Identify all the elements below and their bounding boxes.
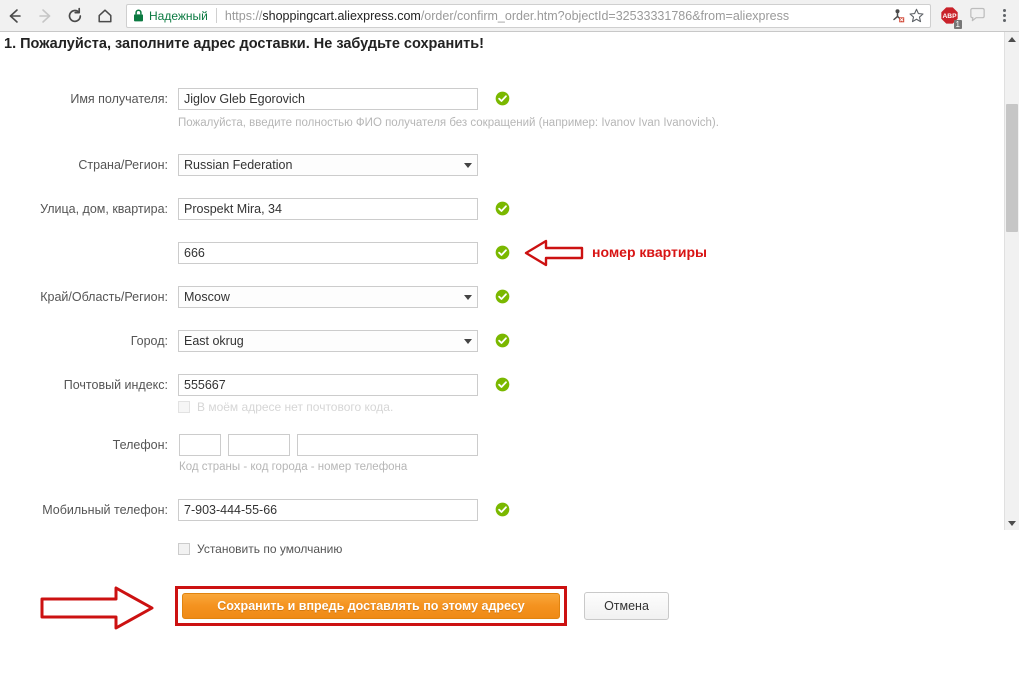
recipient-name-input[interactable] bbox=[178, 88, 478, 110]
save-address-button[interactable]: Сохранить и впредь доставлять по этому а… bbox=[182, 593, 560, 619]
hint-phone: Код страны - код города - номер телефона bbox=[179, 461, 408, 473]
lock-icon bbox=[133, 9, 144, 22]
phone-country-code-input[interactable] bbox=[179, 434, 221, 456]
star-bookmark-icon[interactable] bbox=[909, 8, 924, 23]
chevron-down-icon bbox=[464, 294, 472, 300]
green-check-icon bbox=[495, 333, 510, 348]
green-check-icon bbox=[495, 91, 510, 106]
no-postcode-checkbox[interactable] bbox=[178, 401, 190, 413]
phone-area-code-input[interactable] bbox=[228, 434, 290, 456]
green-check-icon bbox=[495, 289, 510, 304]
omnibox-divider bbox=[215, 8, 217, 23]
province-region-select[interactable]: Moscow bbox=[178, 286, 478, 308]
field-row-apartment-number bbox=[0, 242, 510, 264]
green-check-icon bbox=[495, 377, 510, 392]
apartment-number-input[interactable] bbox=[178, 242, 478, 264]
red-arrow-right-icon bbox=[38, 584, 156, 637]
back-button[interactable] bbox=[0, 1, 30, 31]
security-status-label: Надежный bbox=[149, 8, 208, 23]
field-row-country-region: Страна/Регион: Russian Federation bbox=[0, 154, 478, 176]
three-dots-menu-icon[interactable] bbox=[991, 2, 1017, 30]
triangle-down-icon bbox=[1008, 520, 1016, 526]
label-street-address: Улица, дом, квартира: bbox=[40, 202, 168, 216]
menu-dot bbox=[1002, 14, 1006, 17]
valid-check-province-region bbox=[495, 289, 510, 304]
abp-adblock-icon[interactable]: ABP 1 bbox=[935, 2, 963, 30]
field-row-city: Город: East okrug bbox=[0, 330, 510, 352]
phone-number-input[interactable] bbox=[297, 434, 478, 456]
url-path: /order/confirm_order.htm?objectId=325333… bbox=[420, 8, 790, 23]
page-content: 1. Пожалуйста, заполните адрес доставки.… bbox=[0, 32, 1004, 680]
green-check-icon bbox=[495, 201, 510, 216]
field-row-street-address: Улица, дом, квартира: bbox=[0, 198, 510, 220]
country-region-select[interactable]: Russian Federation bbox=[178, 154, 478, 176]
save-page-icon[interactable] bbox=[890, 8, 905, 23]
abp-badge-count: 1 bbox=[953, 19, 962, 29]
mobile-phone-input[interactable] bbox=[178, 499, 478, 521]
speech-bubble-icon[interactable] bbox=[963, 2, 991, 30]
forward-button[interactable] bbox=[30, 1, 60, 31]
triangle-up-icon bbox=[1008, 36, 1016, 42]
back-arrow-icon bbox=[9, 8, 21, 23]
postal-code-input[interactable] bbox=[178, 374, 478, 396]
browser-toolbar: Надежный https://shoppingcart.aliexpress… bbox=[0, 0, 1019, 32]
scroll-up-button[interactable] bbox=[1005, 32, 1019, 46]
set-default-label: Установить по умолчанию bbox=[197, 542, 343, 556]
red-arrow-left-icon bbox=[524, 238, 584, 273]
country-region-value: Russian Federation bbox=[184, 158, 293, 172]
green-check-icon bbox=[495, 502, 510, 517]
province-region-value: Moscow bbox=[184, 290, 230, 304]
label-postal-code: Почтовый индекс: bbox=[63, 378, 168, 392]
scrollbar-thumb[interactable] bbox=[1006, 104, 1018, 232]
chevron-down-icon bbox=[464, 338, 472, 344]
home-button[interactable] bbox=[90, 1, 120, 31]
city-select[interactable]: East okrug bbox=[178, 330, 478, 352]
vertical-scrollbar[interactable] bbox=[1004, 32, 1019, 530]
scroll-down-button[interactable] bbox=[1005, 516, 1019, 530]
label-city: Город: bbox=[130, 334, 168, 348]
valid-check-recipient-name bbox=[495, 91, 510, 106]
url-host: shoppingcart.aliexpress.com bbox=[262, 8, 421, 23]
svg-text:ABP: ABP bbox=[942, 13, 957, 20]
valid-check-street-address bbox=[495, 201, 510, 216]
city-value: East okrug bbox=[184, 334, 244, 348]
address-bar[interactable]: Надежный https://shoppingcart.aliexpress… bbox=[126, 3, 931, 28]
reload-button[interactable] bbox=[60, 1, 90, 31]
no-postcode-checkbox-row[interactable]: В моём адресе нет почтового кода. bbox=[178, 400, 393, 414]
field-row-recipient-name: Имя получателя: bbox=[0, 88, 510, 110]
set-default-checkbox[interactable] bbox=[178, 543, 190, 555]
cancel-button[interactable]: Отмена bbox=[584, 592, 669, 620]
label-recipient-name: Имя получателя: bbox=[70, 92, 168, 106]
no-postcode-label: В моём адресе нет почтового кода. bbox=[197, 400, 394, 414]
chevron-down-icon bbox=[464, 162, 472, 168]
home-icon bbox=[98, 8, 112, 22]
label-mobile-phone: Мобильный телефон: bbox=[42, 503, 168, 517]
url-text: https://shoppingcart.aliexpress.com/orde… bbox=[225, 9, 886, 23]
valid-check-apartment-number bbox=[495, 245, 510, 260]
label-phone: Телефон: bbox=[112, 438, 168, 452]
valid-check-city bbox=[495, 333, 510, 348]
hint-recipient-name: Пожалуйста, введите полностью ФИО получа… bbox=[178, 117, 719, 129]
forward-arrow-icon bbox=[39, 8, 51, 23]
menu-dot bbox=[1002, 19, 1006, 22]
menu-dot bbox=[1002, 9, 1006, 12]
green-check-icon bbox=[495, 245, 510, 260]
set-default-checkbox-row[interactable]: Установить по умолчанию bbox=[178, 542, 342, 556]
field-row-phone: Телефон: bbox=[0, 434, 478, 456]
page-title: 1. Пожалуйста, заполните адрес доставки.… bbox=[4, 36, 484, 52]
field-row-postal-code: Почтовый индекс: bbox=[0, 374, 510, 396]
field-row-mobile-phone: Мобильный телефон: bbox=[0, 499, 510, 521]
url-scheme: https:// bbox=[224, 8, 263, 23]
page-viewport: 1. Пожалуйста, заполните адрес доставки.… bbox=[0, 32, 1019, 680]
red-highlight-rectangle: Сохранить и впредь доставлять по этому а… bbox=[175, 586, 567, 626]
reload-icon bbox=[68, 7, 82, 22]
label-province-region: Край/Область/Регион: bbox=[40, 290, 168, 304]
street-address-input[interactable] bbox=[178, 198, 478, 220]
label-country-region: Страна/Регион: bbox=[78, 158, 168, 172]
extensions-area: ABP 1 bbox=[935, 2, 1019, 30]
apartment-note-text: номер квартиры bbox=[592, 244, 707, 260]
valid-check-postal-code bbox=[495, 377, 510, 392]
valid-check-mobile-phone bbox=[495, 502, 510, 517]
field-row-province-region: Край/Область/Регион: Moscow bbox=[0, 286, 510, 308]
